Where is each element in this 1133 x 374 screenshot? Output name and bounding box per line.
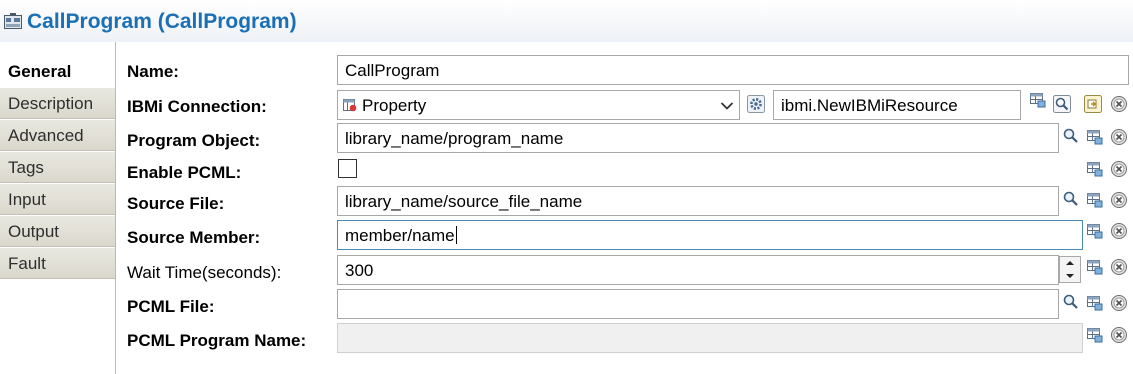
property-binding-icon[interactable] (1086, 191, 1104, 209)
property-binding-icon[interactable] (1086, 326, 1104, 344)
program-object-field[interactable]: library_name/program_name (337, 123, 1059, 153)
pcml-file-field[interactable] (337, 289, 1059, 319)
connection-type-select[interactable]: Property (337, 90, 740, 120)
tab-input[interactable]: Input (0, 184, 115, 215)
enable-pcml-checkbox[interactable] (338, 159, 357, 178)
tab-output[interactable]: Output (0, 216, 115, 247)
property-binding-icon[interactable] (1086, 128, 1104, 146)
clear-icon[interactable] (1110, 191, 1128, 209)
pcml-program-name-field (337, 323, 1083, 353)
ibmi-connection-label: IBMi Connection: (127, 97, 267, 116)
spin-down-icon[interactable] (1060, 270, 1080, 282)
tab-tags[interactable]: Tags (0, 152, 115, 183)
search-button-icon[interactable] (1053, 95, 1071, 113)
property-binding-icon (343, 99, 357, 112)
property-binding-icon[interactable] (1086, 222, 1104, 240)
pcml-program-name-label: PCML Program Name: (127, 331, 307, 350)
source-member-field[interactable]: member/name (337, 220, 1083, 250)
search-icon[interactable] (1062, 293, 1080, 311)
pcml-file-label: PCML File: (127, 297, 215, 316)
editor-title-bar: CallProgram (CallProgram) (0, 0, 1133, 42)
clear-icon[interactable] (1110, 128, 1128, 146)
source-member-label: Source Member: (127, 228, 261, 247)
source-file-field[interactable]: library_name/source_file_name (337, 186, 1059, 216)
connection-type-value: Property (362, 96, 427, 115)
spin-up-icon[interactable] (1060, 257, 1080, 269)
property-binding-icon[interactable] (1086, 258, 1104, 276)
enable-pcml-label: Enable PCML: (127, 163, 242, 182)
clear-icon[interactable] (1110, 95, 1128, 113)
source-file-label: Source File: (127, 194, 225, 213)
chevron-down-icon[interactable] (720, 101, 734, 111)
source-member-value: member/name (345, 226, 455, 245)
property-binding-icon[interactable] (1029, 91, 1047, 109)
text-caret (455, 226, 457, 244)
search-icon[interactable] (1062, 190, 1080, 208)
clear-icon[interactable] (1110, 222, 1128, 240)
wait-time-label: Wait Time(seconds): (127, 263, 282, 282)
property-binding-icon[interactable] (1086, 160, 1104, 178)
connection-resource-field[interactable]: ibmi.NewIBMiResource (773, 90, 1021, 120)
ibmi-component-icon (4, 13, 22, 29)
gear-icon[interactable] (747, 95, 765, 113)
name-field[interactable]: CallProgram (337, 55, 1129, 85)
clear-icon[interactable] (1110, 294, 1128, 312)
clear-icon[interactable] (1110, 258, 1128, 276)
clear-icon[interactable] (1110, 326, 1128, 344)
program-object-label: Program Object: (127, 131, 261, 150)
tab-advanced[interactable]: Advanced (0, 120, 115, 151)
property-binding-icon[interactable] (1086, 294, 1104, 312)
search-icon[interactable] (1062, 127, 1080, 145)
section-tabs: General Description Advanced Tags Input … (0, 42, 116, 374)
page-title: CallProgram (CallProgram) (27, 10, 297, 33)
wait-time-spinner[interactable] (1059, 256, 1081, 283)
tab-fault[interactable]: Fault (0, 248, 115, 279)
name-label: Name: (127, 62, 179, 81)
clear-icon[interactable] (1110, 160, 1128, 178)
tab-general[interactable]: General (0, 56, 115, 87)
wait-time-field[interactable]: 300 (337, 255, 1059, 285)
tab-description[interactable]: Description (0, 88, 115, 119)
edit-resource-icon[interactable] (1084, 95, 1102, 113)
